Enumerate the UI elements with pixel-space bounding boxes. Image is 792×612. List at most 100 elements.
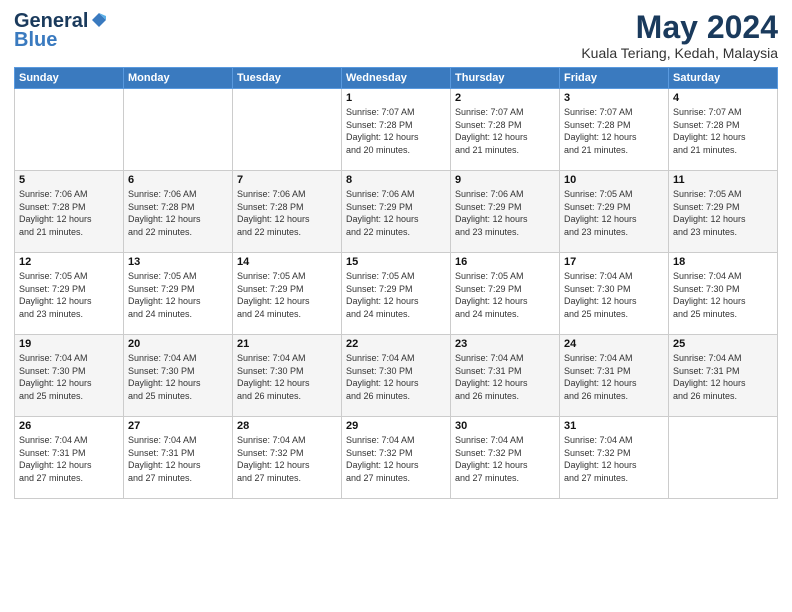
day-info: Sunrise: 7:06 AM Sunset: 7:28 PM Dayligh…	[237, 188, 337, 238]
calendar-cell: 16Sunrise: 7:05 AM Sunset: 7:29 PM Dayli…	[451, 253, 560, 335]
calendar-cell: 9 Sunrise: 7:06 AM Sunset: 7:29 PM Daylig…	[451, 171, 560, 253]
day-number: 19	[19, 338, 119, 350]
weekday-header-saturday: Saturday	[669, 68, 778, 89]
calendar-table: SundayMondayTuesdayWednesdayThursdayFrid…	[14, 67, 778, 499]
day-info: Sunrise: 7:06 AM Sunset: 7:28 PM Dayligh…	[19, 188, 119, 238]
calendar-cell: 18 Sunrise: 7:04 AM Sunset: 7:30 PM Dayli…	[669, 253, 778, 335]
day-number: 22	[346, 338, 446, 350]
calendar-week-0: 1 Sunrise: 7:07 AM Sunset: 7:28 PM Daylig…	[15, 89, 778, 171]
day-number: 5	[19, 174, 119, 186]
day-number: 8	[346, 174, 446, 186]
day-info: Sunrise: 7:05 AM Sunset: 7:29 PM Dayligh…	[19, 270, 119, 320]
calendar-cell	[669, 417, 778, 499]
calendar-cell: 25 Sunrise: 7:04 AM Sunset: 7:31 PM Dayli…	[669, 335, 778, 417]
day-number: 27	[128, 420, 228, 432]
title-block: May 2024 Kuala Teriang, Kedah, Malaysia	[581, 10, 778, 61]
calendar-week-1: 5 Sunrise: 7:06 AM Sunset: 7:28 PM Daylig…	[15, 171, 778, 253]
day-number: 18	[673, 256, 773, 268]
day-number: 13	[128, 256, 228, 268]
subtitle: Kuala Teriang, Kedah, Malaysia	[581, 45, 778, 61]
day-info: Sunrise: 7:07 AM Sunset: 7:28 PM Dayligh…	[346, 106, 446, 156]
weekday-header-tuesday: Tuesday	[233, 68, 342, 89]
calendar-cell	[15, 89, 124, 171]
calendar-cell	[124, 89, 233, 171]
day-info: Sunrise: 7:07 AM Sunset: 7:28 PM Dayligh…	[564, 106, 664, 156]
weekday-header-thursday: Thursday	[451, 68, 560, 89]
weekday-row: SundayMondayTuesdayWednesdayThursdayFrid…	[15, 68, 778, 89]
main-title: May 2024	[581, 10, 778, 45]
day-info: Sunrise: 7:05 AM Sunset: 7:29 PM Dayligh…	[128, 270, 228, 320]
day-info: Sunrise: 7:04 AM Sunset: 7:31 PM Dayligh…	[455, 352, 555, 402]
logo-blue: Blue	[14, 29, 57, 52]
day-info: Sunrise: 7:06 AM Sunset: 7:29 PM Dayligh…	[455, 188, 555, 238]
calendar-cell: 23 Sunrise: 7:04 AM Sunset: 7:31 PM Dayli…	[451, 335, 560, 417]
day-info: Sunrise: 7:04 AM Sunset: 7:32 PM Dayligh…	[455, 434, 555, 484]
calendar-cell: 28Sunrise: 7:04 AM Sunset: 7:32 PM Dayli…	[233, 417, 342, 499]
calendar-header: SundayMondayTuesdayWednesdayThursdayFrid…	[15, 68, 778, 89]
day-number: 25	[673, 338, 773, 350]
calendar-cell: 17 Sunrise: 7:04 AM Sunset: 7:30 PM Dayli…	[560, 253, 669, 335]
weekday-header-friday: Friday	[560, 68, 669, 89]
day-info: Sunrise: 7:05 AM Sunset: 7:29 PM Dayligh…	[564, 188, 664, 238]
calendar-cell: 6Sunrise: 7:06 AM Sunset: 7:28 PM Daylig…	[124, 171, 233, 253]
calendar-body: 1 Sunrise: 7:07 AM Sunset: 7:28 PM Daylig…	[15, 89, 778, 499]
day-number: 7	[237, 174, 337, 186]
day-number: 12	[19, 256, 119, 268]
calendar-cell	[233, 89, 342, 171]
day-number: 1	[346, 92, 446, 104]
day-number: 3	[564, 92, 664, 104]
header: General Blue May 2024 Kuala Teriang, Ked…	[14, 10, 778, 61]
day-number: 14	[237, 256, 337, 268]
calendar-week-4: 26Sunrise: 7:04 AM Sunset: 7:31 PM Dayli…	[15, 417, 778, 499]
day-info: Sunrise: 7:04 AM Sunset: 7:30 PM Dayligh…	[346, 352, 446, 402]
day-number: 17	[564, 256, 664, 268]
day-info: Sunrise: 7:05 AM Sunset: 7:29 PM Dayligh…	[237, 270, 337, 320]
day-info: Sunrise: 7:04 AM Sunset: 7:31 PM Dayligh…	[673, 352, 773, 402]
day-number: 2	[455, 92, 555, 104]
day-info: Sunrise: 7:04 AM Sunset: 7:32 PM Dayligh…	[346, 434, 446, 484]
calendar-cell: 12 Sunrise: 7:05 AM Sunset: 7:29 PM Dayli…	[15, 253, 124, 335]
day-info: Sunrise: 7:04 AM Sunset: 7:30 PM Dayligh…	[237, 352, 337, 402]
day-number: 20	[128, 338, 228, 350]
day-number: 29	[346, 420, 446, 432]
day-info: Sunrise: 7:04 AM Sunset: 7:31 PM Dayligh…	[19, 434, 119, 484]
day-info: Sunrise: 7:07 AM Sunset: 7:28 PM Dayligh…	[455, 106, 555, 156]
calendar-cell: 20Sunrise: 7:04 AM Sunset: 7:30 PM Dayli…	[124, 335, 233, 417]
day-number: 11	[673, 174, 773, 186]
day-info: Sunrise: 7:04 AM Sunset: 7:30 PM Dayligh…	[19, 352, 119, 402]
calendar-cell: 5 Sunrise: 7:06 AM Sunset: 7:28 PM Daylig…	[15, 171, 124, 253]
calendar-cell: 1 Sunrise: 7:07 AM Sunset: 7:28 PM Daylig…	[342, 89, 451, 171]
weekday-header-monday: Monday	[124, 68, 233, 89]
calendar-cell: 26Sunrise: 7:04 AM Sunset: 7:31 PM Dayli…	[15, 417, 124, 499]
day-info: Sunrise: 7:04 AM Sunset: 7:30 PM Dayligh…	[673, 270, 773, 320]
calendar-cell: 7 Sunrise: 7:06 AM Sunset: 7:28 PM Daylig…	[233, 171, 342, 253]
day-number: 23	[455, 338, 555, 350]
day-info: Sunrise: 7:06 AM Sunset: 7:29 PM Dayligh…	[346, 188, 446, 238]
day-info: Sunrise: 7:04 AM Sunset: 7:32 PM Dayligh…	[564, 434, 664, 484]
day-info: Sunrise: 7:04 AM Sunset: 7:32 PM Dayligh…	[237, 434, 337, 484]
calendar-cell: 19 Sunrise: 7:04 AM Sunset: 7:30 PM Dayli…	[15, 335, 124, 417]
calendar-cell: 27Sunrise: 7:04 AM Sunset: 7:31 PM Dayli…	[124, 417, 233, 499]
day-number: 10	[564, 174, 664, 186]
page: General Blue May 2024 Kuala Teriang, Ked…	[0, 0, 792, 612]
weekday-header-sunday: Sunday	[15, 68, 124, 89]
day-number: 21	[237, 338, 337, 350]
day-number: 9	[455, 174, 555, 186]
calendar-cell: 2 Sunrise: 7:07 AM Sunset: 7:28 PM Daylig…	[451, 89, 560, 171]
calendar-cell: 13 Sunrise: 7:05 AM Sunset: 7:29 PM Dayli…	[124, 253, 233, 335]
calendar-cell: 8 Sunrise: 7:06 AM Sunset: 7:29 PM Daylig…	[342, 171, 451, 253]
day-info: Sunrise: 7:05 AM Sunset: 7:29 PM Dayligh…	[673, 188, 773, 238]
day-info: Sunrise: 7:04 AM Sunset: 7:31 PM Dayligh…	[564, 352, 664, 402]
day-number: 31	[564, 420, 664, 432]
weekday-header-wednesday: Wednesday	[342, 68, 451, 89]
day-number: 16	[455, 256, 555, 268]
logo: General Blue	[14, 10, 108, 52]
day-info: Sunrise: 7:07 AM Sunset: 7:28 PM Dayligh…	[673, 106, 773, 156]
calendar-cell: 31 Sunrise: 7:04 AM Sunset: 7:32 PM Dayli…	[560, 417, 669, 499]
day-info: Sunrise: 7:04 AM Sunset: 7:30 PM Dayligh…	[564, 270, 664, 320]
day-number: 15	[346, 256, 446, 268]
calendar-cell: 15Sunrise: 7:05 AM Sunset: 7:29 PM Dayli…	[342, 253, 451, 335]
calendar-cell: 24Sunrise: 7:04 AM Sunset: 7:31 PM Dayli…	[560, 335, 669, 417]
day-number: 6	[128, 174, 228, 186]
calendar-cell: 30Sunrise: 7:04 AM Sunset: 7:32 PM Dayli…	[451, 417, 560, 499]
